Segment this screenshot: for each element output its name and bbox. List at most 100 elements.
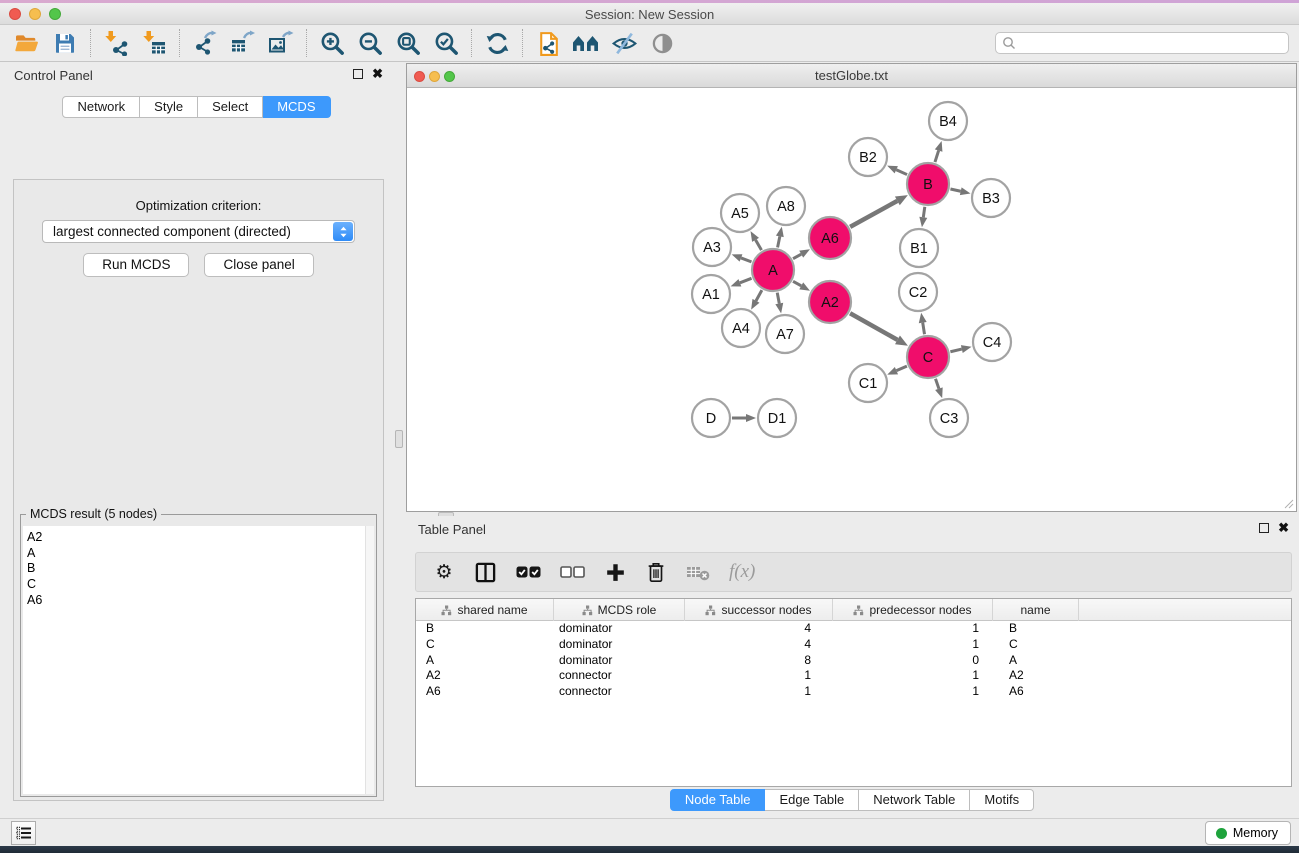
- mcds-result-item[interactable]: A: [23, 546, 374, 562]
- select-all-checkboxes-icon[interactable]: [516, 559, 541, 585]
- graph-node-A3[interactable]: A3: [693, 228, 731, 266]
- table-row[interactable]: A2connector11A2: [416, 668, 1291, 684]
- column-header-name[interactable]: name: [993, 599, 1079, 621]
- graph-edge-A6-B[interactable]: [850, 195, 908, 227]
- function-builder-icon[interactable]: f(x): [729, 559, 755, 585]
- splitter-handle[interactable]: [395, 430, 403, 448]
- mcds-result-item[interactable]: A2: [23, 526, 374, 546]
- graph-edge-B-B1[interactable]: [919, 207, 927, 227]
- graph-edge-A-A3[interactable]: [732, 254, 752, 262]
- mcds-result-item[interactable]: A6: [23, 593, 374, 609]
- table-tab-edge-table[interactable]: Edge Table: [765, 789, 859, 811]
- column-header-predecessor-nodes[interactable]: predecessor nodes: [833, 599, 993, 621]
- delete-table-icon[interactable]: [686, 559, 710, 585]
- graph-node-A6[interactable]: A6: [809, 217, 851, 259]
- close-panel-button[interactable]: Close panel: [204, 253, 313, 277]
- tab-select[interactable]: Select: [198, 96, 263, 118]
- save-session-icon[interactable]: [46, 27, 84, 59]
- graph-node-A7[interactable]: A7: [766, 315, 804, 353]
- run-mcds-button[interactable]: Run MCDS: [83, 253, 189, 277]
- graph-node-B3[interactable]: B3: [972, 179, 1010, 217]
- column-header-MCDS-role[interactable]: MCDS role: [554, 599, 685, 621]
- graph-edge-A-A8[interactable]: [776, 227, 784, 248]
- graph-node-A2[interactable]: A2: [809, 281, 851, 323]
- deselect-all-checkboxes-icon[interactable]: [560, 559, 585, 585]
- tab-mcds[interactable]: MCDS: [263, 96, 330, 118]
- graph-node-A[interactable]: A: [752, 249, 794, 291]
- table-row[interactable]: A6connector11A6: [416, 684, 1291, 700]
- graph-edge-C-C4[interactable]: [950, 345, 971, 353]
- graph-edge-A-A4[interactable]: [751, 290, 762, 309]
- column-header-successor-nodes[interactable]: successor nodes: [685, 599, 833, 621]
- graph-node-A8[interactable]: A8: [767, 187, 805, 225]
- add-icon[interactable]: [604, 559, 626, 585]
- graph-edge-A-A5[interactable]: [751, 231, 762, 250]
- zoom-fit-icon[interactable]: [389, 27, 427, 59]
- apply-layout-icon[interactable]: [478, 27, 516, 59]
- column-settings-gear-icon[interactable]: ⚙: [433, 559, 455, 585]
- graph-edge-B-B3[interactable]: [950, 187, 970, 195]
- graph-node-B2[interactable]: B2: [849, 138, 887, 176]
- graph-node-C3[interactable]: C3: [930, 399, 968, 437]
- graph-node-D1[interactable]: D1: [758, 399, 796, 437]
- zoom-in-icon[interactable]: [313, 27, 351, 59]
- table-row[interactable]: Adominator80A: [416, 653, 1291, 669]
- graph-edge-C-C1[interactable]: [887, 366, 907, 375]
- scrollbar-track[interactable]: [365, 526, 374, 794]
- export-table-icon[interactable]: [224, 27, 262, 59]
- export-network-icon[interactable]: [186, 27, 224, 59]
- graph-edge-A-A7[interactable]: [775, 293, 783, 314]
- graph-edge-C-C3[interactable]: [935, 379, 943, 398]
- criterion-select[interactable]: largest connected component (directed): [42, 220, 355, 243]
- graph-node-B[interactable]: B: [907, 163, 949, 205]
- tab-style[interactable]: Style: [140, 96, 198, 118]
- vertical-splitter[interactable]: [393, 62, 405, 818]
- table-tab-network-table[interactable]: Network Table: [859, 789, 970, 811]
- column-header-shared-name[interactable]: shared name: [416, 599, 554, 621]
- table-row[interactable]: Cdominator41C: [416, 637, 1291, 653]
- graph-edge-B-B4[interactable]: [935, 141, 943, 162]
- search-input[interactable]: [1020, 34, 1288, 52]
- zoom-out-icon[interactable]: [351, 27, 389, 59]
- tab-network[interactable]: Network: [62, 96, 140, 118]
- graph-node-B1[interactable]: B1: [900, 229, 938, 267]
- graph-edge-C-C2[interactable]: [919, 313, 927, 335]
- graph-node-D[interactable]: D: [692, 399, 730, 437]
- import-network-icon[interactable]: [97, 27, 135, 59]
- resize-grip-icon[interactable]: [1282, 497, 1294, 509]
- graph-edge-B-B2[interactable]: [887, 166, 907, 175]
- graph-edge-A-A2[interactable]: [793, 281, 810, 290]
- mcds-result-item[interactable]: C: [23, 577, 374, 593]
- import-table-icon[interactable]: [135, 27, 173, 59]
- open-session-icon[interactable]: [8, 27, 46, 59]
- mcds-result-item[interactable]: B: [23, 561, 374, 577]
- graph-node-A4[interactable]: A4: [722, 309, 760, 347]
- double-house-icon[interactable]: [567, 27, 605, 59]
- graph-node-C[interactable]: C: [907, 336, 949, 378]
- float-panel-icon[interactable]: [353, 69, 363, 79]
- copy-network-icon[interactable]: [529, 27, 567, 59]
- network-canvas[interactable]: B4B2BB3A5A8A6B1A3AA1C2A2A4A7C4CC1C3DD1: [407, 88, 1296, 511]
- table-tab-node-table[interactable]: Node Table: [670, 789, 766, 811]
- close-panel-icon[interactable]: ✖: [372, 69, 383, 79]
- graph-edge-D-D1[interactable]: [732, 414, 756, 422]
- task-history-button[interactable]: [11, 821, 36, 845]
- table-row[interactable]: Bdominator41B: [416, 621, 1291, 637]
- export-image-icon[interactable]: [262, 27, 300, 59]
- split-columns-icon[interactable]: [474, 559, 497, 585]
- graph-node-C1[interactable]: C1: [849, 364, 887, 402]
- table-tab-motifs[interactable]: Motifs: [970, 789, 1034, 811]
- float-table-panel-icon[interactable]: [1259, 523, 1269, 533]
- graph-node-A1[interactable]: A1: [692, 275, 730, 313]
- graph-edge-A2-C[interactable]: [850, 313, 908, 345]
- graph-edge-A-A6[interactable]: [793, 249, 810, 258]
- close-table-panel-icon[interactable]: ✖: [1278, 523, 1289, 533]
- delete-icon[interactable]: [645, 559, 667, 585]
- graph-node-C4[interactable]: C4: [973, 323, 1011, 361]
- graph-edge-A-A1[interactable]: [731, 278, 752, 286]
- graph-node-B4[interactable]: B4: [929, 102, 967, 140]
- memory-button[interactable]: Memory: [1205, 821, 1291, 845]
- graph-node-A5[interactable]: A5: [721, 194, 759, 232]
- hide-selected-eye-slash-icon[interactable]: [605, 27, 643, 59]
- show-hidden-eye-icon[interactable]: [643, 27, 681, 59]
